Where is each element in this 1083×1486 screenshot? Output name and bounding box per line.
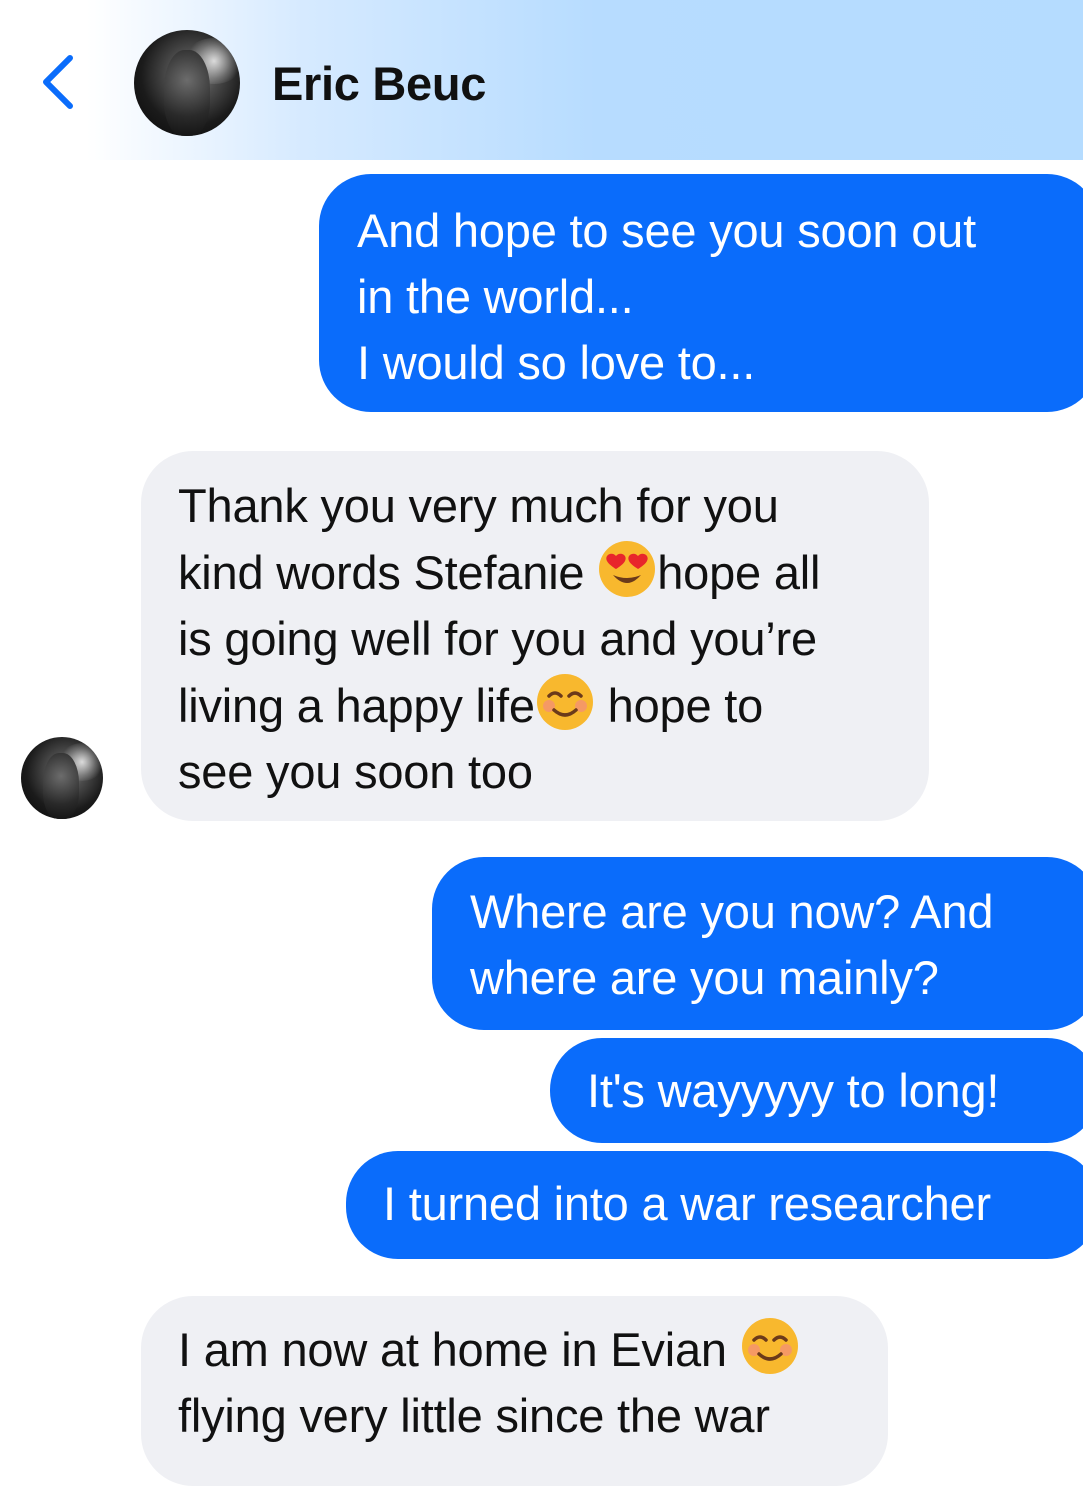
sent-message[interactable]: And hope to see you soon out in the worl…: [319, 174, 1083, 412]
message-text: kind words Stefanie: [178, 546, 585, 599]
contact-name[interactable]: Eric Beuc: [272, 56, 486, 111]
back-button[interactable]: [34, 50, 86, 114]
message-text: Thank you very much for you: [178, 479, 779, 532]
message-text: in the world...: [357, 270, 634, 323]
message-text: see you soon too: [178, 745, 533, 798]
message-text: living a happy life: [178, 679, 535, 732]
received-message[interactable]: I am now at home in Evian flying very li…: [141, 1296, 888, 1486]
message-text: hope to: [607, 679, 764, 732]
sent-message[interactable]: It's wayyyyy to long!: [550, 1038, 1083, 1143]
message-text: And hope to see you soon out: [357, 204, 976, 257]
heart-eyes-emoji: [599, 541, 656, 597]
message-text: Where are you now? And: [470, 885, 994, 938]
message-text: I turned into a war researcher: [383, 1177, 991, 1230]
message-text: is going well for you and you’re: [178, 612, 817, 665]
sent-message[interactable]: I turned into a war researcher: [346, 1151, 1083, 1259]
smiling-face-emoji: [536, 674, 593, 730]
sent-message[interactable]: Where are you now? And where are you mai…: [432, 857, 1083, 1030]
message-text: It's wayyyyy to long!: [587, 1064, 1000, 1117]
message-text: I would so love to...: [357, 336, 756, 389]
message-text: hope all: [657, 546, 821, 599]
message-text: flying very little since the war: [178, 1389, 770, 1442]
contact-avatar[interactable]: [134, 30, 240, 136]
conversation-header: Eric Beuc: [0, 0, 1083, 160]
message-text: I am now at home in Evian: [178, 1323, 727, 1376]
received-message[interactable]: Thank you very much for you kind words S…: [141, 451, 929, 821]
sender-avatar[interactable]: [21, 737, 103, 819]
smiling-face-emoji: [741, 1318, 798, 1374]
chevron-left-icon: [43, 55, 73, 109]
message-text: where are you mainly?: [470, 951, 939, 1004]
